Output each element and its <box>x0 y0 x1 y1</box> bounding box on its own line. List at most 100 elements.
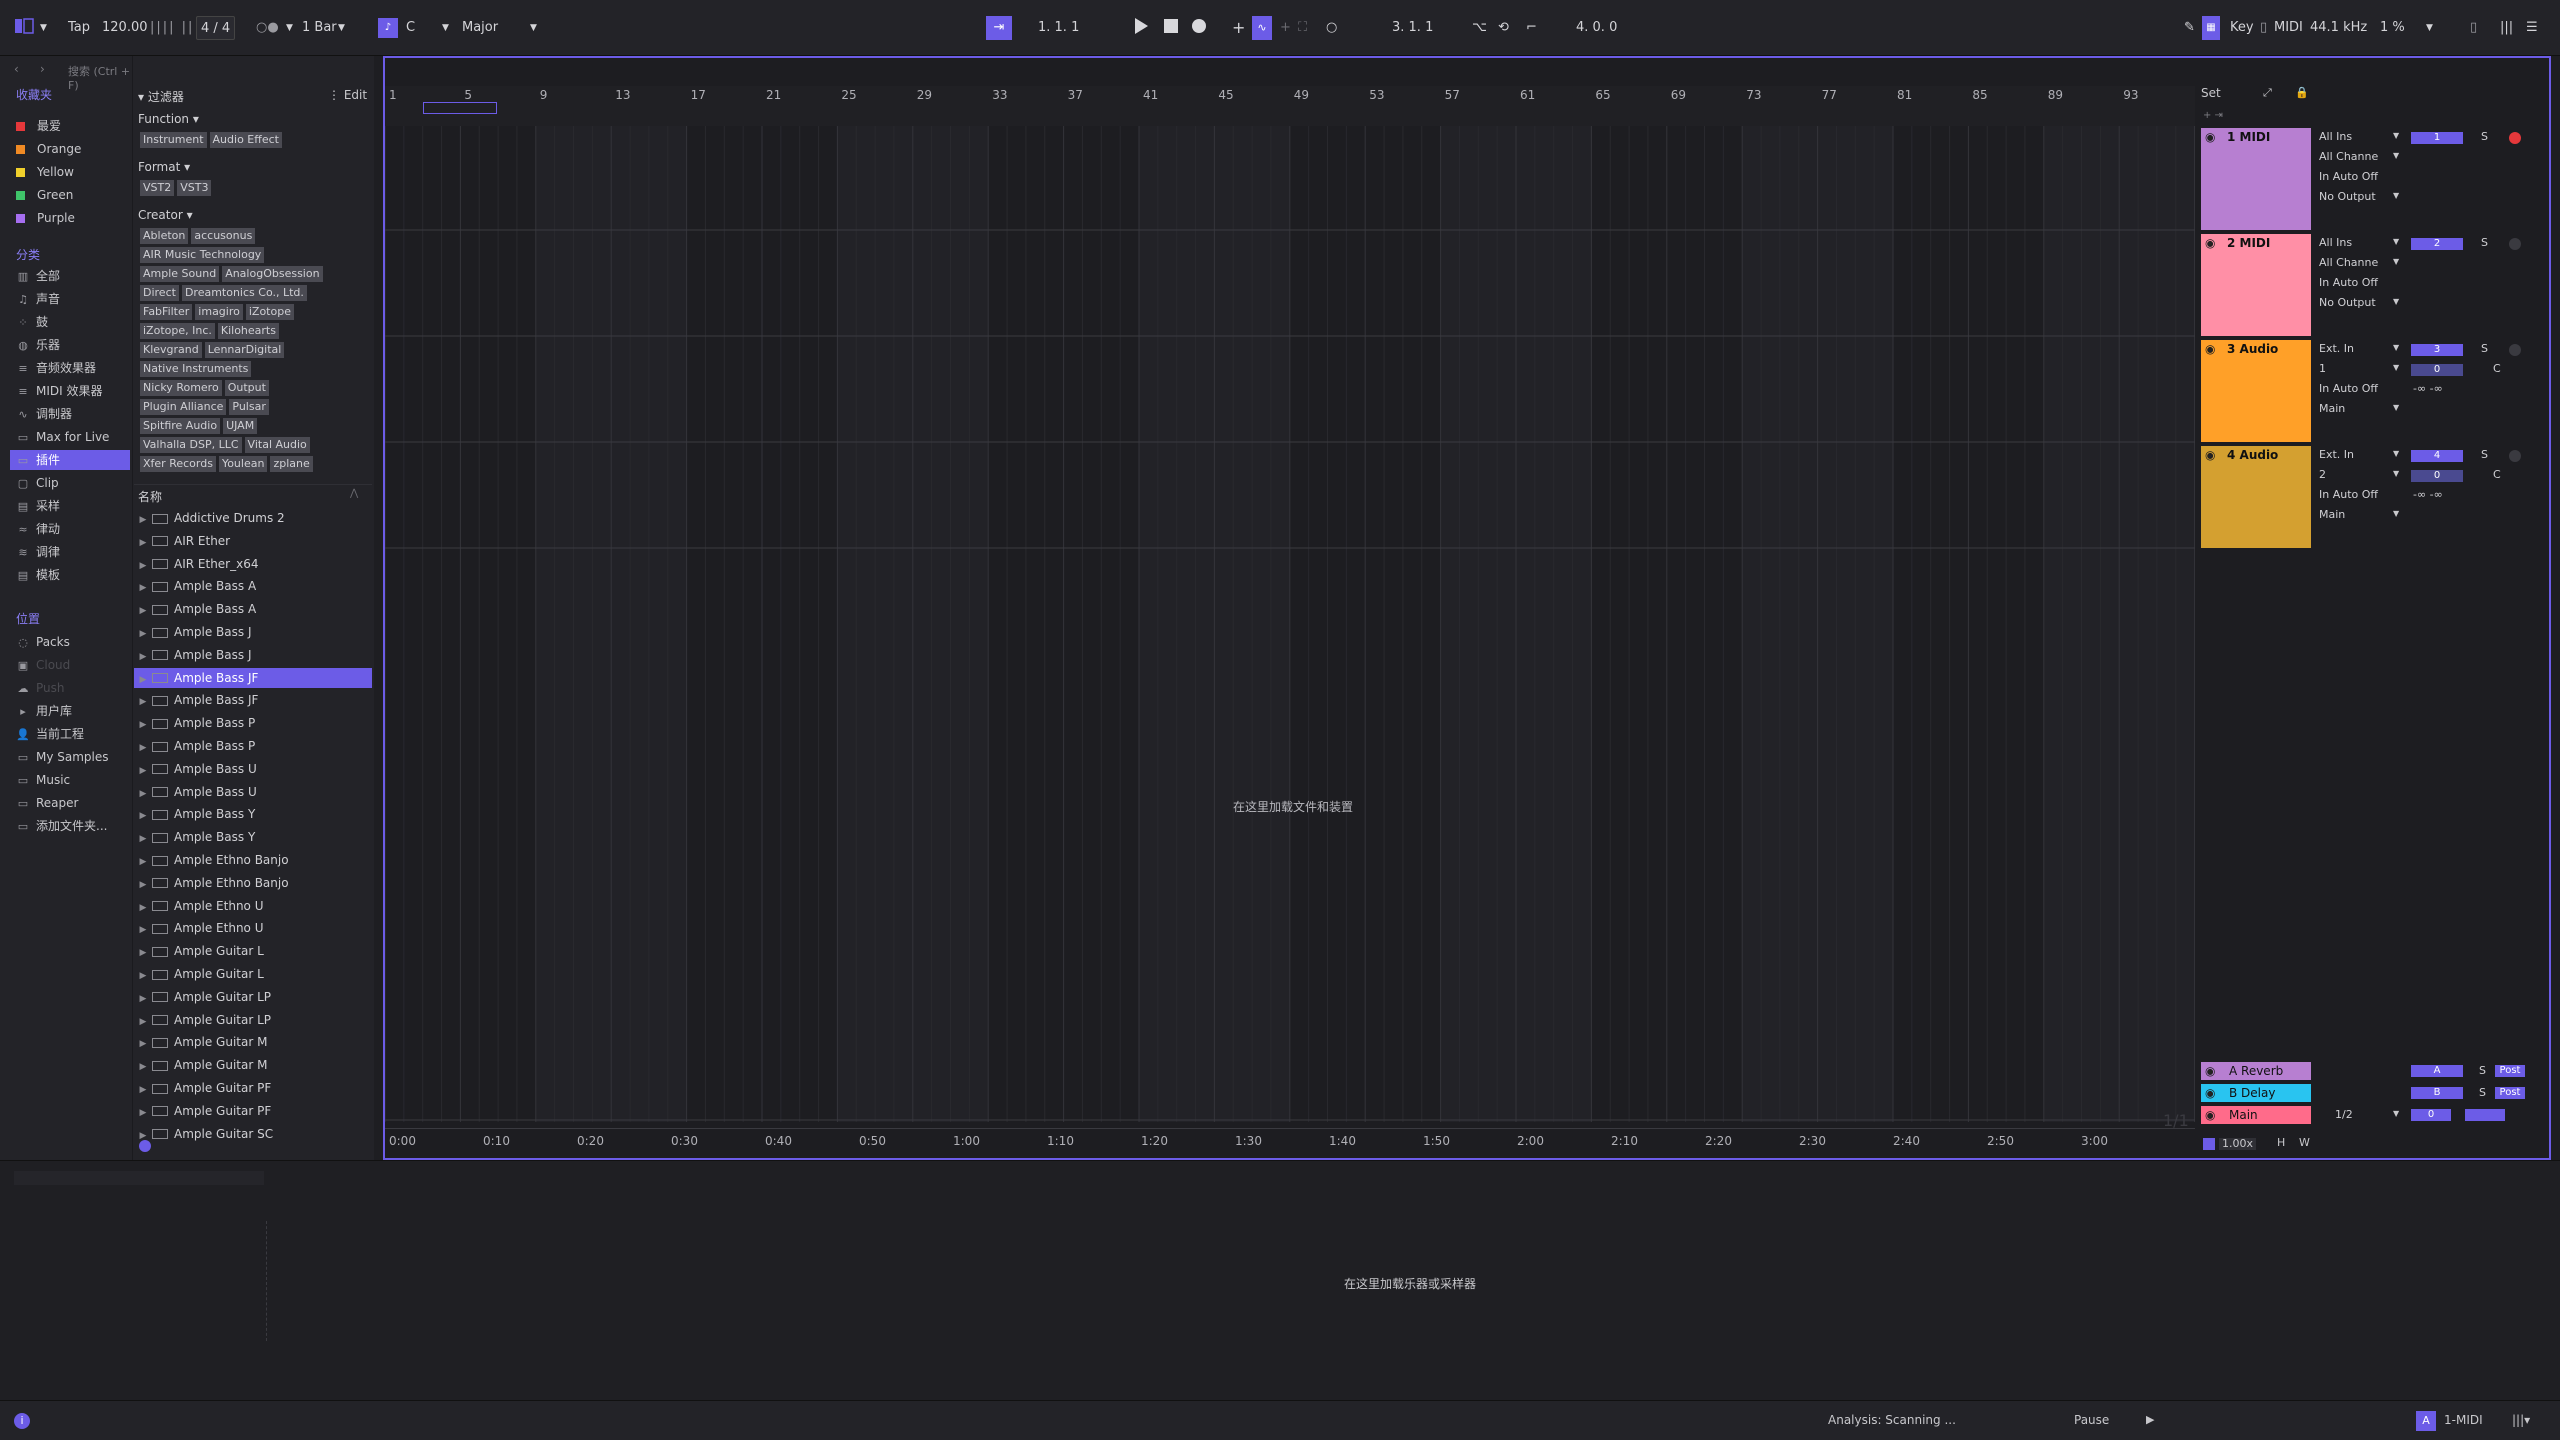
filter-tag[interactable]: Spitfire Audio <box>140 418 221 434</box>
filter-tag[interactable]: zplane <box>270 456 313 472</box>
track-number-button[interactable]: 2 <box>2411 238 2463 250</box>
track-fold-icon[interactable]: ◉ <box>2205 1084 2215 1102</box>
keyboard-icon[interactable]: ▦ <box>2202 16 2220 40</box>
solo-button[interactable]: S <box>2481 448 2488 461</box>
metronome-icon[interactable]: |||| ||| <box>150 16 201 40</box>
expand-icon[interactable]: ▶ <box>134 898 152 918</box>
plugin-list-item[interactable]: ▶ AIR Ether_x64 <box>134 554 372 574</box>
expand-icon[interactable]: ▶ <box>134 1103 152 1123</box>
place-item[interactable]: ▭ My Samples <box>16 747 109 767</box>
follow-icon[interactable]: ○● <box>256 16 279 40</box>
expand-icon[interactable]: ▶ <box>134 715 152 735</box>
main-volume-field[interactable]: 0 <box>2411 1109 2451 1121</box>
expand-icon[interactable]: ▶ <box>134 533 152 553</box>
width-button[interactable]: W <box>2299 1136 2310 1149</box>
expand-icon[interactable]: ▶ <box>134 966 152 986</box>
place-item[interactable]: ▭ Music <box>16 770 70 790</box>
expand-icon[interactable]: ⤢ <box>2263 86 2272 100</box>
record-arm-button[interactable] <box>2509 132 2521 144</box>
dropdown-icon[interactable]: ▼ <box>2393 151 2399 160</box>
volume-field[interactable]: 0 <box>2411 470 2463 482</box>
dropdown-icon[interactable]: ▼ <box>2426 16 2433 40</box>
arrangement-position-icon[interactable]: ⇥ <box>986 16 1012 40</box>
filter-tag[interactable]: Kilohearts <box>217 323 279 339</box>
return-track-name[interactable]: B Delay <box>2229 1086 2275 1100</box>
expand-icon[interactable]: ▶ <box>134 943 152 963</box>
plugin-list-item[interactable]: ▶ AIR Ether <box>134 531 372 551</box>
category-item[interactable]: ◍ 乐器 <box>16 335 60 355</box>
place-item[interactable]: ◌ Packs <box>16 632 70 652</box>
time-signature-field[interactable]: 4 / 4 <box>196 16 236 40</box>
category-item[interactable]: ♫ 声音 <box>16 289 60 309</box>
track-fold-icon[interactable]: ◉ <box>2205 448 2215 462</box>
plugin-list-item[interactable]: ▶ Ample Guitar PF <box>134 1078 372 1098</box>
expand-icon[interactable]: ▶ <box>134 510 152 530</box>
tempo-field[interactable]: 120.00 <box>102 16 148 40</box>
function-filter-header[interactable]: Function ▾ <box>138 112 199 126</box>
key-map-button[interactable]: Key <box>2230 16 2254 40</box>
expand-icon[interactable]: ▶ <box>134 601 152 621</box>
filter-tag[interactable]: Native Instruments <box>140 361 252 377</box>
solo-button[interactable]: S <box>2481 342 2488 355</box>
arrangement-grid[interactable] <box>385 126 2195 1122</box>
track-color-block[interactable]: ◉ 3 Audio <box>2201 340 2311 442</box>
track-number-button[interactable]: 4 <box>2411 450 2463 462</box>
solo-button[interactable]: S <box>2481 236 2488 249</box>
draw-mode-icon[interactable]: ✎ <box>2184 16 2195 40</box>
expand-icon[interactable]: ▶ <box>134 875 152 895</box>
solo-button[interactable]: S <box>2479 1064 2486 1077</box>
place-item[interactable]: ▭ Reaper <box>16 793 79 813</box>
track-io-field[interactable]: All Channe <box>2319 150 2378 163</box>
session-record-icon[interactable]: ⛶ <box>1298 16 1307 40</box>
expand-icon[interactable]: ▶ <box>134 1057 152 1077</box>
plugin-list-item[interactable]: ▶ Ample Bass A <box>134 599 372 619</box>
dropdown-icon[interactable]: ▼ <box>442 16 449 40</box>
preview-icon[interactable] <box>139 1140 151 1152</box>
track-io-field[interactable]: Main <box>2319 508 2345 521</box>
filter-tag[interactable]: Xfer Records <box>140 456 216 472</box>
category-item[interactable]: ≡ 音频效果器 <box>16 358 96 378</box>
sort-icon[interactable]: ⋀ <box>350 488 358 499</box>
return-track-header[interactable]: ◉ Main <box>2201 1106 2311 1124</box>
quantize-select[interactable]: 1 Bar <box>302 16 337 40</box>
favorite-item[interactable]: Purple <box>16 208 75 228</box>
dropdown-icon[interactable]: ▼ <box>2393 449 2399 458</box>
category-item[interactable]: ▥ 全部 <box>16 266 60 286</box>
plugin-list-item[interactable]: ▶ Ample Guitar LP <box>134 987 372 1007</box>
scale-mode-icon[interactable]: ♪ <box>378 18 398 38</box>
dropdown-icon[interactable]: ▼ <box>2393 363 2399 372</box>
filter-tag[interactable]: Ample Sound <box>140 266 220 282</box>
filter-tag[interactable]: iZotope <box>245 304 294 320</box>
filter-tag[interactable]: Youlean <box>218 456 268 472</box>
track-name[interactable]: 2 MIDI <box>2227 236 2270 250</box>
filter-tag[interactable]: Klevgrand <box>140 342 202 358</box>
filter-tag[interactable]: Ableton <box>140 228 189 244</box>
track-io-field[interactable]: No Output <box>2319 296 2376 309</box>
filter-tag[interactable]: FabFilter <box>140 304 193 320</box>
dropdown-icon[interactable]: ▼ <box>2393 191 2399 200</box>
plugin-list-item[interactable]: ▶ Ample Guitar LP <box>134 1010 372 1030</box>
track-io-field[interactable]: All Channe <box>2319 256 2378 269</box>
dropdown-icon[interactable]: ▼ <box>40 16 47 40</box>
place-item[interactable]: 👤 当前工程 <box>16 724 84 744</box>
record-arm-button[interactable] <box>2509 450 2521 462</box>
dropdown-icon[interactable]: ▼ <box>2393 257 2399 266</box>
track-number-button[interactable]: 1 <box>2411 132 2463 144</box>
expand-icon[interactable]: ▶ <box>134 624 152 644</box>
return-track-header[interactable]: ◉ B Delay <box>2201 1084 2311 1102</box>
mixer-icon[interactable]: ||| <box>2500 16 2513 40</box>
track-io-field[interactable]: Main <box>2319 402 2345 415</box>
loop-switch-icon[interactable]: ⟲ <box>1498 16 1509 40</box>
dropdown-icon[interactable]: ▼ <box>2393 469 2399 478</box>
plugin-list-item[interactable]: ▶ Ample Bass JF <box>134 690 372 710</box>
dropdown-icon[interactable]: ▼ <box>530 16 537 40</box>
track-fold-icon[interactable]: ◉ <box>2205 1106 2215 1124</box>
search-input[interactable]: 搜索 (Ctrl + F) <box>68 63 132 92</box>
expand-icon[interactable]: ▶ <box>134 829 152 849</box>
filter-tag[interactable]: VST3 <box>177 180 212 196</box>
track-name[interactable]: 4 Audio <box>2227 448 2278 462</box>
track-number-button[interactable]: 3 <box>2411 344 2463 356</box>
expand-icon[interactable]: ▶ <box>134 670 152 690</box>
main-output-select[interactable]: 1/2 <box>2335 1108 2353 1121</box>
track-io-field[interactable]: 2 <box>2319 468 2326 481</box>
